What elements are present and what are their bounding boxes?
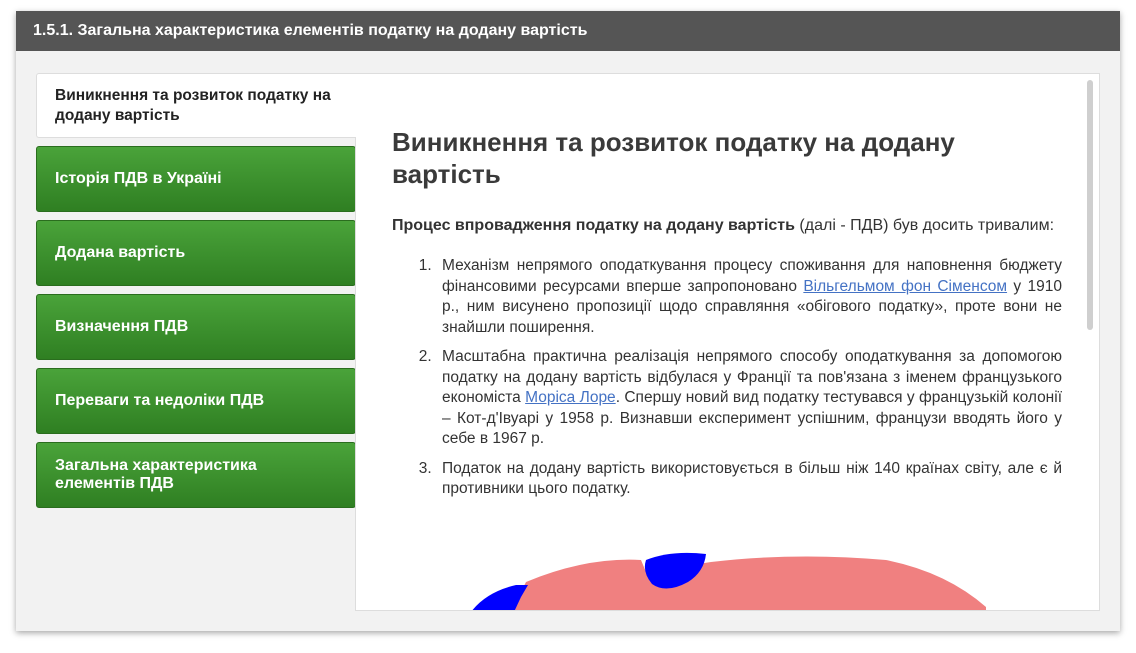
- tab-vat-history-ukraine[interactable]: Історія ПДВ в Україні: [36, 146, 356, 212]
- scrollbar[interactable]: [1087, 80, 1093, 330]
- page-title: 1.5.1. Загальна характеристика елементів…: [16, 11, 1120, 51]
- tab-vat-origin[interactable]: Виникнення та розвиток податку на додану…: [36, 73, 356, 138]
- tab-vat-definition[interactable]: Визначення ПДВ: [36, 294, 356, 360]
- list-item: Податок на додану вартість використовуєт…: [436, 459, 1062, 500]
- tab-list: Виникнення та розвиток податку на додану…: [36, 73, 356, 516]
- history-list: Механізм непрямого оподаткування процесу…: [392, 256, 1062, 500]
- tab-label: Загальна характеристика елементів ПДВ: [55, 457, 257, 492]
- tab-added-value[interactable]: Додана вартість: [36, 220, 356, 286]
- tab-label: Виникнення та розвиток податку на додану…: [55, 86, 331, 124]
- intro-paragraph: Процес впровадження податку на додану ва…: [392, 214, 1062, 238]
- tab-label: Додана вартість: [55, 244, 186, 261]
- tab-label: Історія ПДВ в Україні: [55, 170, 222, 187]
- tab-content: Виникнення та розвиток податку на додану…: [355, 73, 1100, 611]
- content-body: Виникнення та розвиток податку на додану…: [392, 126, 1062, 509]
- list-item: Механізм непрямого оподаткування процесу…: [436, 256, 1062, 338]
- laure-link[interactable]: Моріса Лоре: [525, 389, 616, 406]
- item-text: Податок на додану вартість використовуєт…: [442, 459, 1062, 498]
- tab-label: Визначення ПДВ: [55, 318, 189, 335]
- list-item: Масштабна практична реалізація непрямого…: [436, 347, 1062, 450]
- intro-rest: (далі - ПДВ) був досить тривалим:: [794, 217, 1055, 234]
- vat-region: [512, 556, 986, 610]
- tab-vat-elements[interactable]: Загальна характеристика елементів ПДВ: [36, 442, 356, 508]
- tab-panel: Виникнення та розвиток податку на додану…: [36, 73, 1100, 611]
- intro-bold: Процес впровадження податку на додану ва…: [392, 217, 795, 234]
- content-heading: Виникнення та розвиток податку на додану…: [392, 127, 955, 189]
- tab-label: Переваги та недоліки ПДВ: [55, 392, 265, 409]
- world-vat-map: [472, 552, 986, 610]
- app-window: 1.5.1. Загальна характеристика елементів…: [16, 11, 1120, 631]
- siemens-link[interactable]: Вільгельмом фон Сіменсом: [803, 278, 1007, 295]
- tab-vat-pros-cons[interactable]: Переваги та недоліки ПДВ: [36, 368, 356, 434]
